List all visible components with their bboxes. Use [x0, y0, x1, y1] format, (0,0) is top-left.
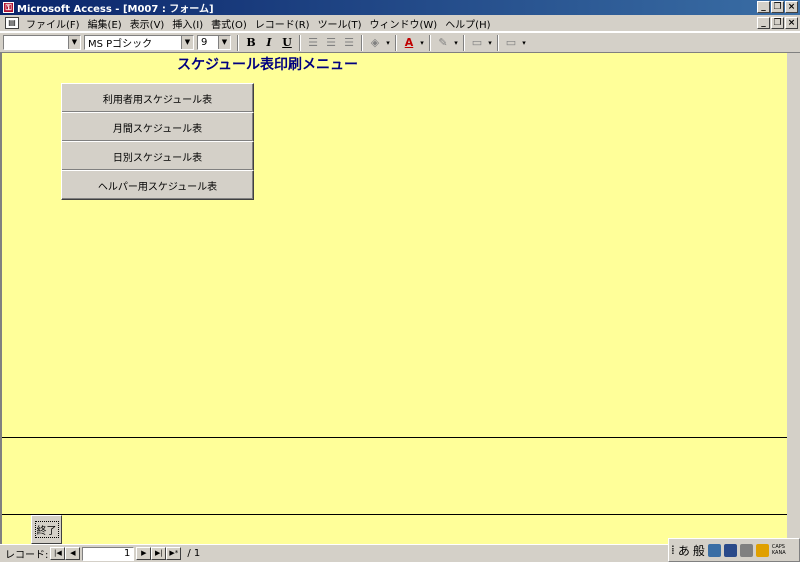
- toolbar-separator: [395, 34, 397, 51]
- menu-window[interactable]: ウィンドウ(W): [365, 16, 441, 31]
- exit-button[interactable]: 終了: [31, 515, 62, 544]
- menu-tools[interactable]: ツール(T): [314, 16, 366, 31]
- exit-label: 終了: [34, 521, 59, 538]
- chevron-down-icon[interactable]: ▾: [384, 39, 392, 47]
- special-effect-icon[interactable]: ▭: [502, 34, 520, 51]
- underline-button[interactable]: U: [278, 34, 296, 51]
- toolbar-separator: [237, 34, 239, 51]
- chevron-down-icon[interactable]: ▾: [486, 39, 494, 47]
- chevron-down-icon[interactable]: ▾: [520, 39, 528, 47]
- ime-input-mode[interactable]: あ: [678, 542, 690, 559]
- window-controls: _ ❐ ×: [757, 1, 798, 13]
- bold-button[interactable]: B: [242, 34, 260, 51]
- form-area: スケジュール表印刷メニュー 利用者用スケジュール表 月間スケジュール表 日別スケ…: [0, 53, 789, 544]
- align-center-icon[interactable]: ☰: [322, 34, 340, 51]
- next-record-icon[interactable]: ▶: [136, 547, 152, 560]
- user-schedule-button[interactable]: 利用者用スケジュール表: [61, 83, 254, 113]
- formatting-toolbar: ▼ MS Pゴシック ▼ 9 ▼ B I U ☰ ☰ ☰ ◈ ▾ A ▾ ✎ ▾…: [0, 32, 800, 53]
- chevron-down-icon[interactable]: ▼: [68, 36, 80, 49]
- last-record-icon[interactable]: ▶|: [151, 547, 167, 560]
- line-color-icon[interactable]: ✎: [434, 34, 452, 51]
- menu-bar: ▤ ファイル(F) 編集(E) 表示(V) 挿入(I) 書式(O) レコード(R…: [0, 15, 800, 32]
- ime-conversion-mode[interactable]: 般: [693, 542, 705, 559]
- toolbar-separator: [463, 34, 465, 51]
- italic-button[interactable]: I: [260, 34, 278, 51]
- doc-minimize-icon[interactable]: _: [757, 17, 770, 29]
- font-color-icon[interactable]: A: [400, 34, 418, 51]
- footer-divider: [2, 514, 789, 515]
- helper-schedule-button[interactable]: ヘルパー用スケジュール表: [61, 170, 254, 200]
- toolbar-separator: [361, 34, 363, 51]
- section-divider: [2, 437, 789, 438]
- toolbar-separator: [429, 34, 431, 51]
- fill-color-icon[interactable]: ◈: [366, 34, 384, 51]
- form-doc-icon[interactable]: ▤: [5, 17, 19, 29]
- ime-caps-indicator: CAPS KANA: [771, 544, 786, 556]
- menu-help[interactable]: ヘルプ(H): [441, 16, 494, 31]
- menu-insert[interactable]: 挿入(I): [168, 16, 207, 31]
- close-icon[interactable]: ×: [785, 1, 798, 13]
- new-record-icon[interactable]: ▶*: [166, 547, 182, 560]
- ime-pad-icon[interactable]: [723, 543, 737, 557]
- ime-grip-icon[interactable]: ⁞: [671, 543, 675, 557]
- record-total: / 1: [187, 548, 201, 559]
- minimize-icon[interactable]: _: [757, 1, 770, 13]
- access-key-icon[interactable]: ⚿: [3, 2, 14, 13]
- menu-records[interactable]: レコード(R): [251, 16, 314, 31]
- toolbar-separator: [497, 34, 499, 51]
- first-record-icon[interactable]: |◀: [50, 547, 66, 560]
- form-title: スケジュール表印刷メニュー: [177, 57, 359, 73]
- border-width-icon[interactable]: ▭: [468, 34, 486, 51]
- chevron-down-icon[interactable]: ▼: [218, 36, 230, 49]
- doc-close-icon[interactable]: ×: [785, 17, 798, 29]
- window-title: Microsoft Access - [M007 : フォーム]: [17, 4, 214, 15]
- vertical-scroll-area[interactable]: [787, 53, 800, 544]
- document-window-controls: _ ❐ ×: [757, 17, 798, 29]
- font-combo[interactable]: MS Pゴシック ▼: [84, 35, 194, 50]
- menu-edit[interactable]: 編集(E): [84, 16, 126, 31]
- record-label: レコード:: [5, 550, 49, 561]
- doc-restore-icon[interactable]: ❐: [771, 17, 784, 29]
- ime-help-icon[interactable]: [755, 543, 769, 557]
- menu-format[interactable]: 書式(O): [207, 16, 251, 31]
- daily-schedule-button[interactable]: 日別スケジュール表: [61, 141, 254, 171]
- chevron-down-icon[interactable]: ▾: [418, 39, 426, 47]
- chevron-down-icon[interactable]: ▾: [452, 39, 460, 47]
- ime-toolbar: ⁞ あ 般 CAPS KANA: [668, 538, 800, 562]
- ime-dictionary-icon[interactable]: [739, 543, 753, 557]
- align-left-icon[interactable]: ☰: [304, 34, 322, 51]
- object-combo[interactable]: ▼: [3, 35, 81, 50]
- toolbar-separator: [299, 34, 301, 51]
- previous-record-icon[interactable]: ◀: [65, 547, 81, 560]
- menu-file[interactable]: ファイル(F): [22, 16, 84, 31]
- current-record-field[interactable]: 1: [82, 546, 135, 561]
- font-size-combo[interactable]: 9 ▼: [197, 35, 231, 50]
- ime-tool-icon[interactable]: [707, 543, 721, 557]
- restore-icon[interactable]: ❐: [771, 1, 784, 13]
- title-bar: ⚿ Microsoft Access - [M007 : フォーム] _ ❐ ×: [0, 0, 800, 15]
- align-right-icon[interactable]: ☰: [340, 34, 358, 51]
- chevron-down-icon[interactable]: ▼: [181, 36, 193, 49]
- monthly-schedule-button[interactable]: 月間スケジュール表: [61, 112, 254, 142]
- menu-view[interactable]: 表示(V): [126, 16, 169, 31]
